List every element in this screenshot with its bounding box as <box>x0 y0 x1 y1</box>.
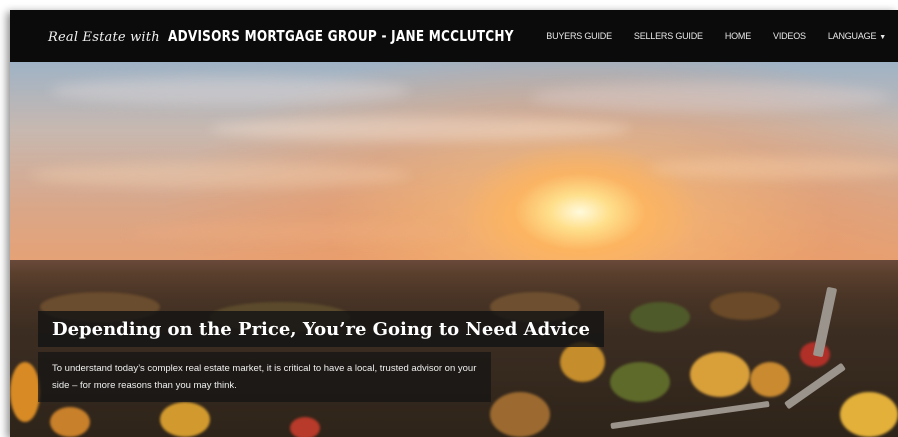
autumn-tree <box>10 362 40 422</box>
autumn-tree <box>160 402 210 437</box>
brand-script-text: Real Estate with <box>48 30 160 45</box>
nav-videos[interactable]: VIDEOS <box>773 31 806 41</box>
nav-language-label: LANGUAGE <box>827 31 877 41</box>
browser-viewport: Real Estate with ADVISORS MORTGAGE GROUP… <box>10 10 898 437</box>
cloud-decoration <box>50 77 410 105</box>
autumn-tree <box>750 362 790 397</box>
description-banner: To understand today’s complex real estat… <box>38 352 491 402</box>
autumn-tree <box>690 352 750 397</box>
cloud-decoration <box>30 162 410 188</box>
autumn-tree <box>840 392 898 437</box>
cloud-decoration <box>530 82 890 112</box>
nav-menu: BUYERS GUIDE SELLERS GUIDE HOME VIDEOS L… <box>546 10 886 62</box>
site-brand[interactable]: Real Estate with ADVISORS MORTGAGE GROUP… <box>48 27 611 45</box>
autumn-tree <box>710 292 780 320</box>
autumn-tree <box>490 392 550 437</box>
headline-banner: Depending on the Price, You’re Going to … <box>38 311 604 347</box>
top-navigation-bar: Real Estate with ADVISORS MORTGAGE GROUP… <box>10 10 898 62</box>
caret-down-icon: ▼ <box>879 34 886 41</box>
hero-description: To understand today’s complex real estat… <box>52 363 477 391</box>
cloud-decoration <box>210 117 630 141</box>
hero-banner: Depending on the Price, You’re Going to … <box>10 62 898 437</box>
cloud-decoration <box>650 157 898 179</box>
town-landscape <box>10 260 898 437</box>
autumn-tree <box>610 362 670 402</box>
cloud-decoration <box>130 222 460 242</box>
hero-headline: Depending on the Price, You’re Going to … <box>52 318 590 340</box>
nav-language-dropdown[interactable]: LANGUAGE ▼ <box>828 31 886 41</box>
brand-title: ADVISORS MORTGAGE GROUP - JANE MCCLUTCHY <box>167 27 514 45</box>
nav-home[interactable]: HOME <box>725 31 751 41</box>
autumn-tree <box>50 407 90 437</box>
autumn-tree <box>290 417 320 437</box>
autumn-tree <box>560 342 605 382</box>
autumn-tree <box>630 302 690 332</box>
nav-buyers-guide[interactable]: BUYERS GUIDE <box>546 31 612 41</box>
nav-sellers-guide[interactable]: SELLERS GUIDE <box>634 31 703 41</box>
